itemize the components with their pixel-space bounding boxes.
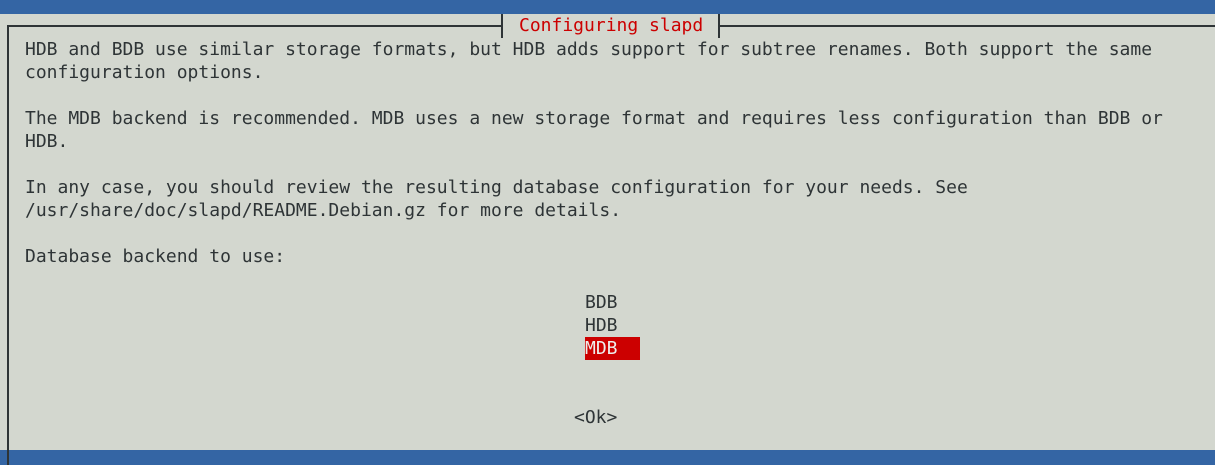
option-hdb[interactable]: HDB [585,314,640,337]
ok-button[interactable]: <Ok> [574,406,617,429]
description-paragraph-3: In any case, you should review the resul… [25,177,968,221]
dialog-title: Configuring slapd [519,15,704,36]
option-hdb-label: HDB [585,315,618,336]
debconf-dialog: Configuring slapd HDB and BDB use simila… [0,14,1215,465]
backend-options-list: BDB HDB MDB [585,291,640,360]
option-mdb[interactable]: MDB [585,337,640,360]
option-bdb[interactable]: BDB [585,291,640,314]
dialog-title-box: Configuring slapd [501,14,721,38]
option-bdb-label: BDB [585,292,618,313]
question-prompt: Database backend to use: [25,246,286,267]
option-mdb-label: MDB [585,337,640,360]
terminal-screen: Configuring slapd HDB and BDB use simila… [0,0,1215,465]
description-paragraph-1: HDB and BDB use similar storage formats,… [25,39,1153,83]
description-paragraph-2: The MDB backend is recommended. MDB uses… [25,108,1163,152]
